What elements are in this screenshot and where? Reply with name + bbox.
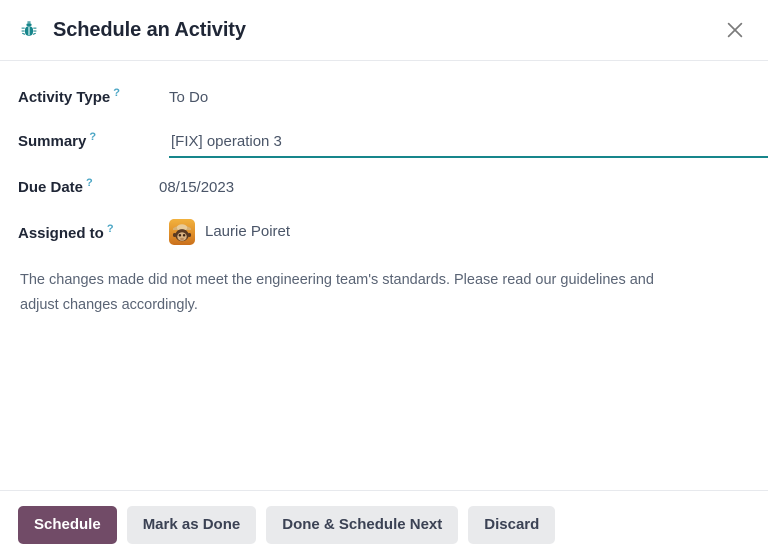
dialog-footer: Schedule Mark as Done Done & Schedule Ne… (0, 490, 768, 558)
discard-button[interactable]: Discard (468, 505, 556, 544)
summary-field-wrapper (141, 133, 768, 158)
field-row-due-date: Due Date? 08/15/2023 (18, 173, 750, 202)
summary-help-icon[interactable]: ? (89, 131, 96, 143)
close-icon[interactable] (716, 11, 754, 49)
assigned-to-label-text: Assigned to (18, 225, 104, 242)
assigned-to-label: Assigned to? (18, 219, 141, 244)
avatar (169, 218, 195, 245)
schedule-button[interactable]: Schedule (18, 505, 117, 544)
done-and-schedule-next-button[interactable]: Done & Schedule Next (266, 505, 459, 544)
activity-note[interactable]: The changes made did not meet the engine… (18, 268, 662, 318)
activity-type-value[interactable]: To Do (141, 88, 208, 108)
activity-type-label-text: Activity Type (18, 89, 111, 106)
assignee-chip[interactable]: Laurie Poiret (141, 218, 291, 245)
due-date-help-icon[interactable]: ? (86, 177, 93, 189)
assigned-to-help-icon[interactable]: ? (107, 223, 114, 235)
field-row-activity-type: Activity Type? To Do (18, 83, 750, 112)
dialog-body: Activity Type? To Do Summary? Due Date? … (0, 61, 768, 490)
activity-type-label: Activity Type? (18, 83, 141, 108)
dialog-header: Schedule an Activity (0, 0, 768, 61)
mark-as-done-button[interactable]: Mark as Done (126, 505, 257, 544)
due-date-label-text: Due Date (18, 179, 84, 196)
activity-type-help-icon[interactable]: ? (113, 87, 120, 99)
due-date-label: Due Date? (18, 173, 141, 198)
field-row-assigned-to: Assigned to? Laurie Poiret (18, 217, 750, 246)
summary-input[interactable] (169, 133, 768, 158)
due-date-value[interactable]: 08/15/2023 (141, 178, 234, 198)
assignee-name: Laurie Poiret (205, 223, 291, 240)
field-row-summary: Summary? (18, 127, 768, 158)
summary-label: Summary? (18, 127, 141, 152)
dialog-title: Schedule an Activity (53, 18, 246, 41)
summary-label-text: Summary (18, 133, 87, 150)
bug-icon (18, 19, 40, 41)
schedule-activity-dialog: Schedule an Activity Activity Type? To D… (0, 0, 768, 558)
